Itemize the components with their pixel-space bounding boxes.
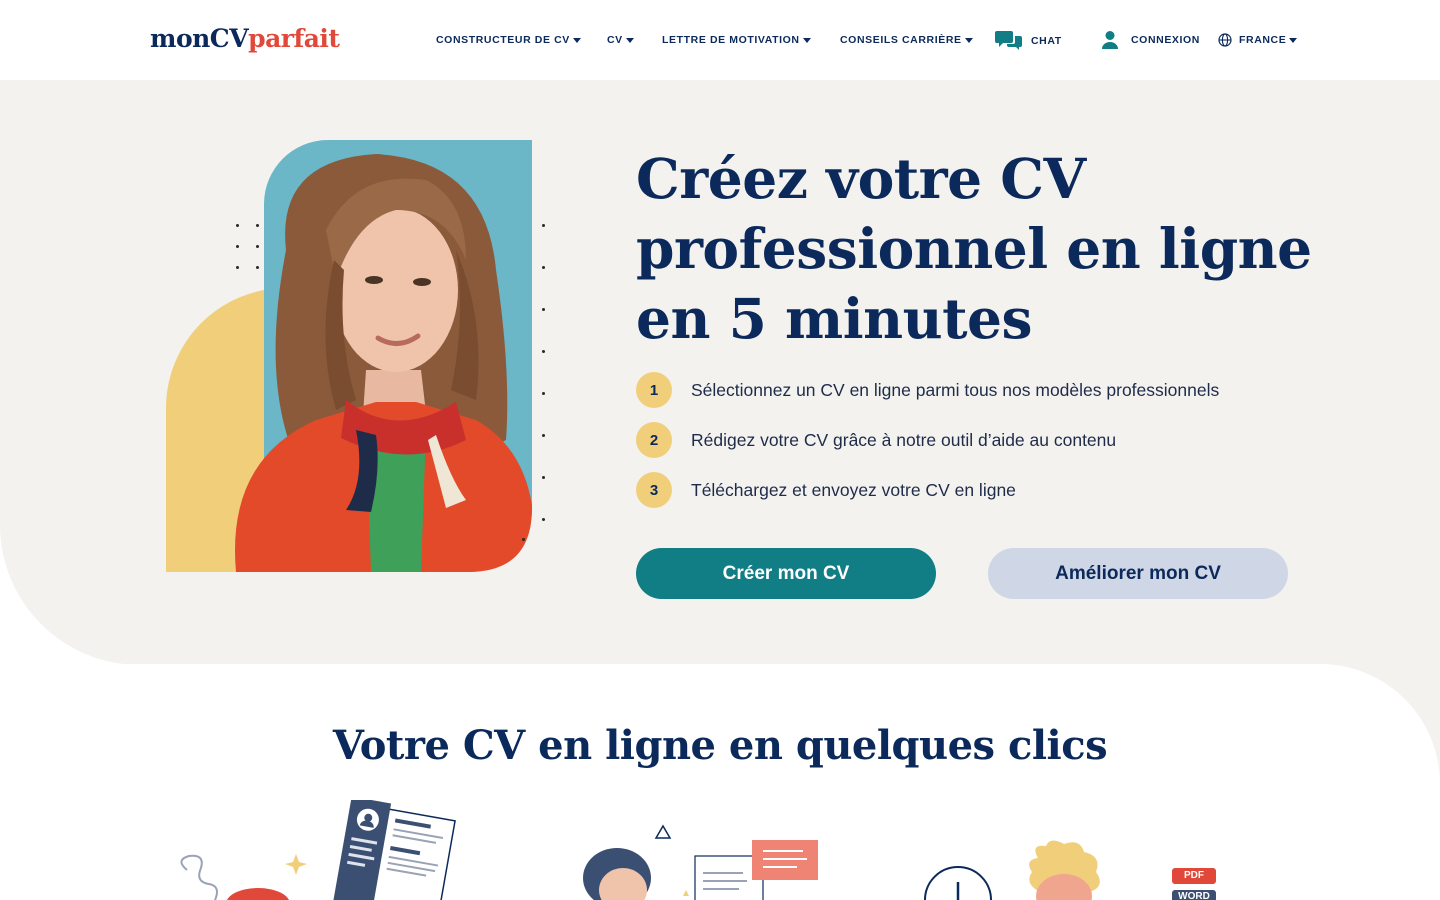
decorative-dot <box>236 266 239 269</box>
nav-constructeur-label: CONSTRUCTEUR DE CV <box>436 34 570 46</box>
chat-bubbles-icon <box>995 31 1022 50</box>
writing-assistant-illustration <box>583 824 818 900</box>
nav-connexion-label: CONNEXION <box>1131 34 1200 46</box>
logo-part-parfait: parfait <box>248 24 340 53</box>
chevron-down-icon <box>572 37 581 43</box>
decorative-dot <box>542 392 545 395</box>
cv-template-illustration <box>180 800 456 900</box>
decorative-dot <box>542 350 545 353</box>
nav-conseils-carriere[interactable]: CONSEILS CARRIÈRE <box>840 0 973 80</box>
decorative-dot <box>542 518 545 521</box>
decorative-dot <box>542 224 545 227</box>
hero-title-line-3: en 5 minutes <box>636 286 1032 351</box>
step-item: 1 Sélectionnez un CV en ligne parmi tous… <box>636 372 1219 408</box>
decorative-dot <box>542 308 545 311</box>
step-text: Sélectionnez un CV en ligne parmi tous n… <box>691 379 1220 400</box>
hero-steps-list: 1 Sélectionnez un CV en ligne parmi tous… <box>636 372 1219 522</box>
decorative-dot <box>542 434 545 437</box>
site-header: monCVparfait CONSTRUCTEUR DE CV CV LETTR… <box>0 0 1440 80</box>
word-format-badge: WORD <box>1172 890 1216 900</box>
download-illustration <box>924 840 1100 900</box>
hero-title-line-1: Créez votre CV <box>636 146 1086 211</box>
decorative-dot <box>236 224 239 227</box>
nav-conseils-label: CONSEILS CARRIÈRE <box>840 34 962 46</box>
step-item: 3 Téléchargez et envoyez votre CV en lig… <box>636 472 1219 508</box>
chevron-down-icon <box>1289 37 1298 43</box>
section-title: Votre CV en ligne en quelques clics <box>332 722 1108 769</box>
decorative-dot <box>542 266 545 269</box>
decorative-dot <box>236 245 239 248</box>
hero-title: Créez votre CV professionnel en ligne en… <box>636 144 1336 354</box>
decorative-dot <box>256 266 259 269</box>
logo-part-moncv: monCV <box>150 24 249 53</box>
step-text: Téléchargez et envoyez votre CV en ligne <box>691 479 1016 500</box>
nav-connexion[interactable]: CONNEXION <box>1101 0 1200 80</box>
chevron-down-icon <box>625 37 634 43</box>
nav-constructeur-de-cv[interactable]: CONSTRUCTEUR DE CV <box>436 0 581 80</box>
nav-lettre-label: LETTRE DE MOTIVATION <box>662 34 800 46</box>
globe-icon <box>1218 33 1232 47</box>
step-number-badge: 3 <box>636 472 672 508</box>
user-icon <box>1102 31 1118 49</box>
pdf-format-badge: PDF <box>1172 868 1216 884</box>
site-logo[interactable]: monCVparfait <box>150 24 340 53</box>
nav-chat-label: CHAT <box>1031 35 1062 47</box>
woman-portrait-illustration <box>235 154 532 572</box>
nav-france-label: FRANCE <box>1239 34 1287 46</box>
nav-lettre-de-motivation[interactable]: LETTRE DE MOTIVATION <box>662 0 811 80</box>
decorative-dot <box>256 224 259 227</box>
nav-chat[interactable]: CHAT <box>995 0 1062 80</box>
decorative-dot <box>522 538 525 541</box>
nav-country-selector[interactable]: FRANCE <box>1218 0 1298 80</box>
step-number-badge: 1 <box>636 372 672 408</box>
chevron-down-icon <box>964 37 973 43</box>
hero-title-line-2: professionnel en ligne <box>636 216 1312 281</box>
nav-cv-label: CV <box>607 34 623 46</box>
decorative-dot <box>256 245 259 248</box>
nav-cv[interactable]: CV <box>607 0 634 80</box>
step-number-badge: 2 <box>636 422 672 458</box>
step-item: 2 Rédigez votre CV grâce à notre outil d… <box>636 422 1219 458</box>
chevron-down-icon <box>802 37 811 43</box>
improve-cv-button[interactable]: Améliorer mon CV <box>988 548 1288 599</box>
hero-photo <box>166 140 545 572</box>
create-cv-button[interactable]: Créer mon CV <box>636 548 936 599</box>
decorative-dot <box>542 476 545 479</box>
step-text: Rédigez votre CV grâce à notre outil d’a… <box>691 429 1117 450</box>
